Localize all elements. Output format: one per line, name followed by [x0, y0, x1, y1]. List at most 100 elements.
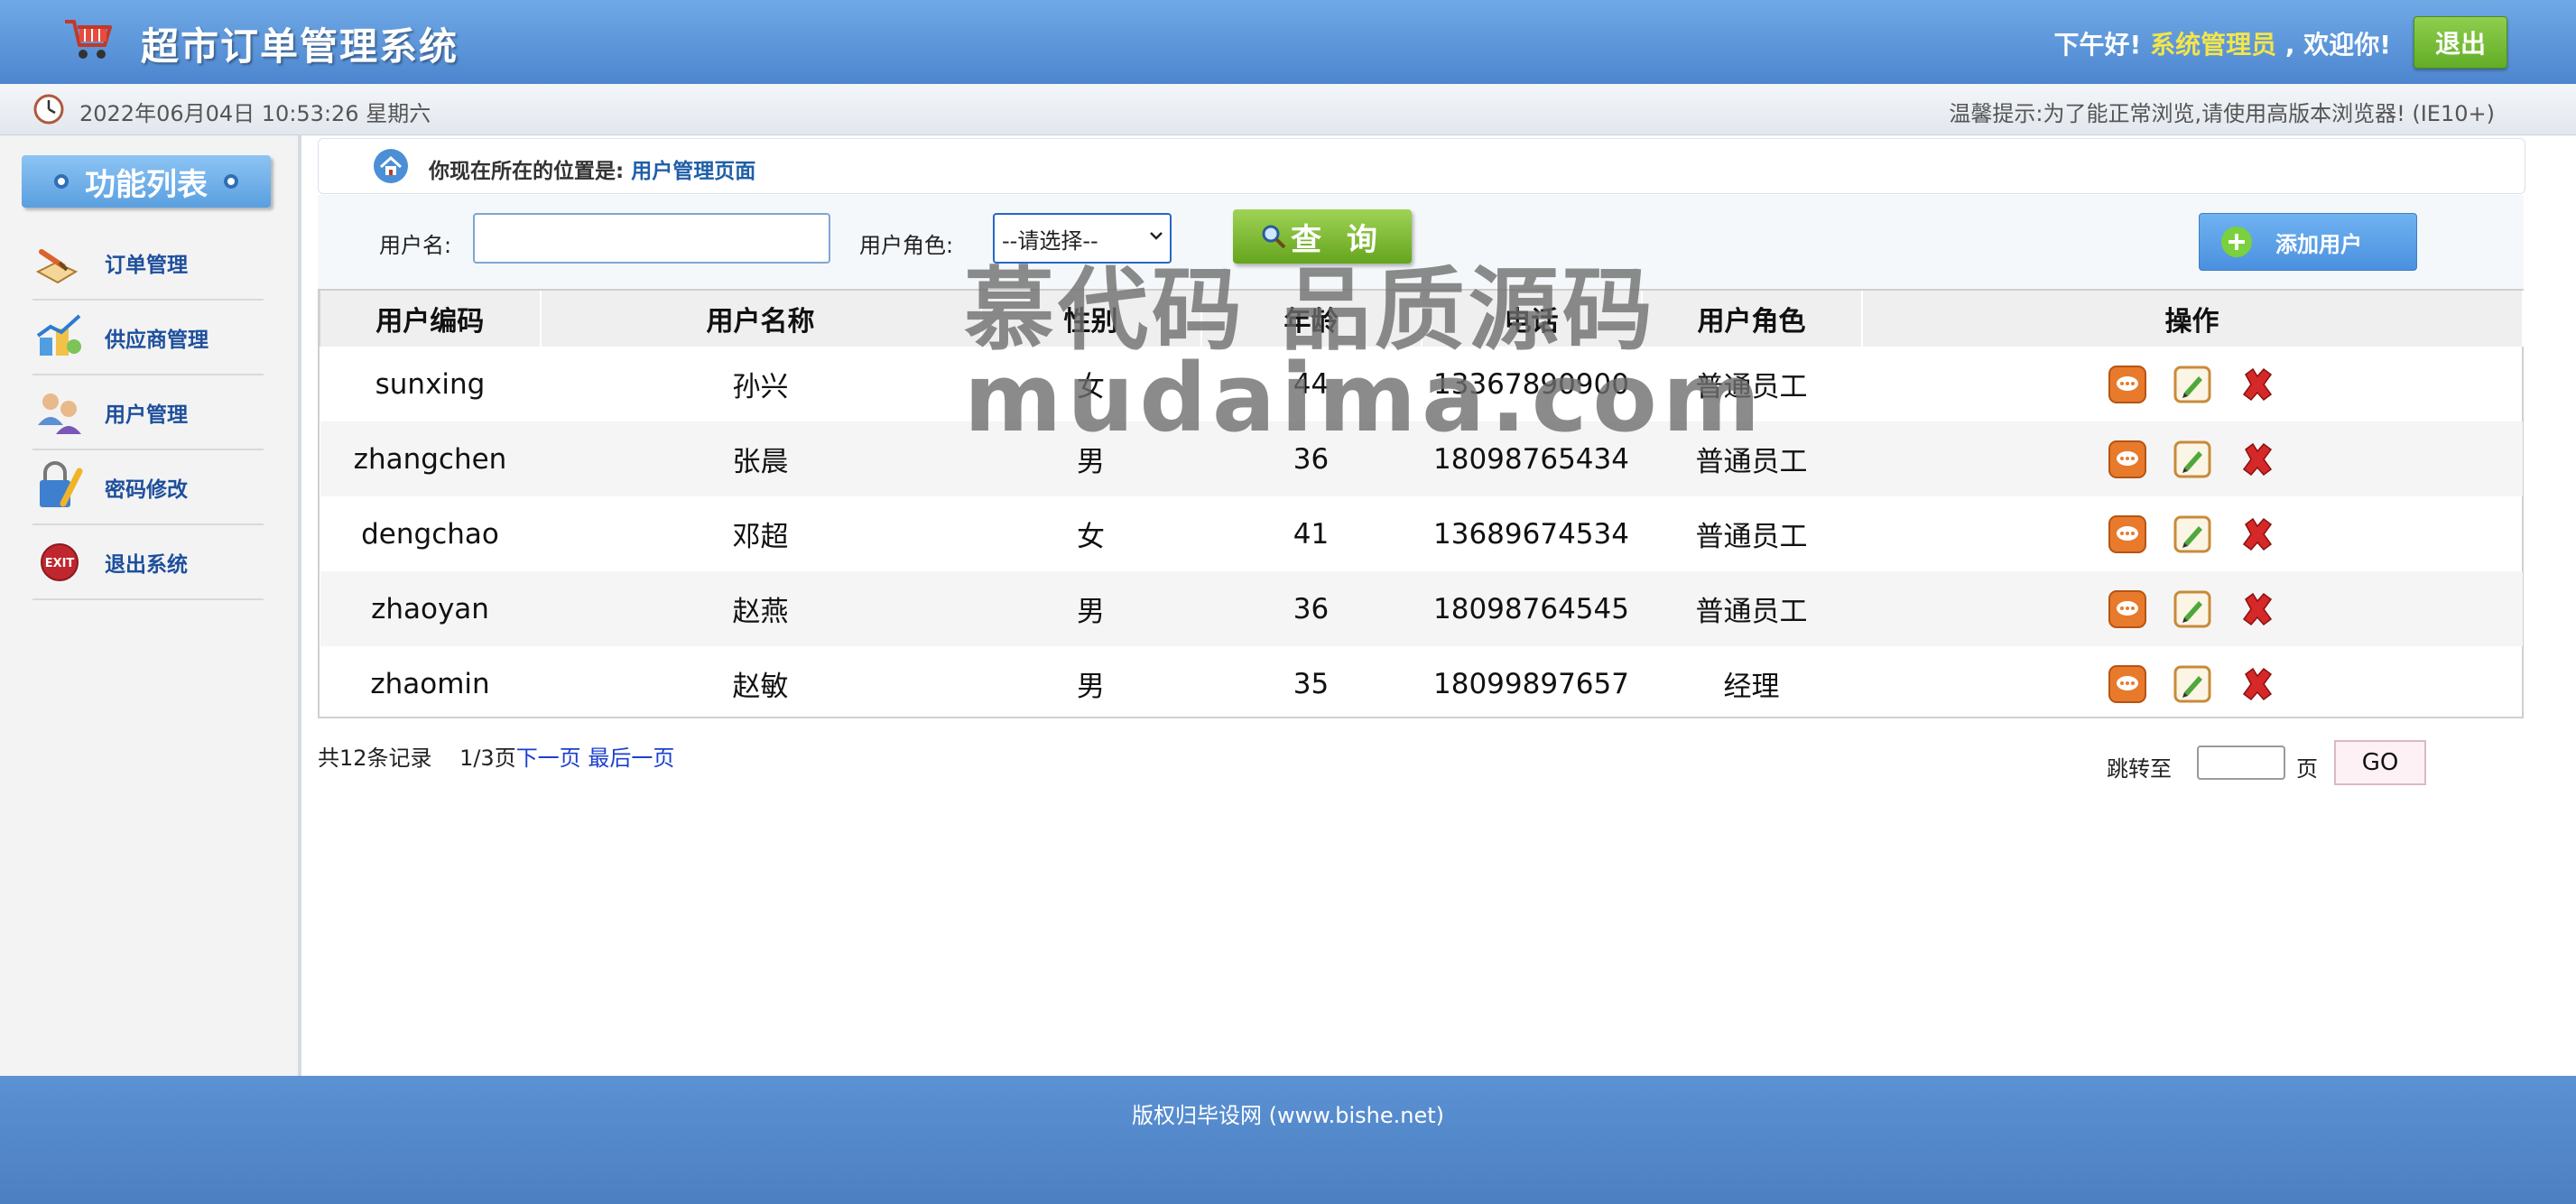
query-button[interactable]: 查 询 — [1233, 209, 1412, 264]
pagination: 共12条记录 1/3页下一页 最后一页 — [318, 740, 674, 772]
sidebar-item-orders[interactable]: 订单管理 — [32, 226, 264, 301]
app-title: 超市订单管理系统 — [141, 24, 459, 69]
cell-age: 36 — [1293, 592, 1330, 625]
sidebar-item-password[interactable]: 密码修改 — [32, 450, 264, 525]
cell-age: 36 — [1293, 442, 1330, 476]
delete-icon[interactable] — [2238, 590, 2276, 628]
cell-code: zhaoyan — [371, 592, 489, 625]
cell-code: zhangchen — [353, 442, 507, 476]
total-records: 共12条记录 — [318, 746, 432, 771]
column-header: 电话 — [1421, 291, 1643, 347]
sidebar-menu: 订单管理 供应商管理 用户管理 密码修改 EXIT 退出系统 — [32, 226, 264, 600]
table-row: dengchao 邓超 女 41 13689674534 普通员工 — [320, 496, 2523, 571]
column-header: 操作 — [1861, 291, 2524, 347]
delete-icon[interactable] — [2238, 665, 2276, 703]
user-table: 用户编码 用户名称 性别 年龄 电话 用户角色 操作 sunxing 孙兴 女 44 1… — [318, 289, 2524, 718]
row-actions — [1863, 589, 2522, 628]
bullet-icon — [224, 174, 238, 189]
table-row: zhaomin 赵敏 男 35 18099897657 经理 — [320, 646, 2523, 721]
view-icon[interactable] — [2108, 365, 2146, 403]
table-row: zhaoyan 赵燕 男 36 18098764545 普通员工 — [320, 571, 2523, 646]
column-header: 用户角色 — [1641, 291, 1863, 347]
page-indicator: 1/3页 — [459, 746, 516, 771]
last-page-link[interactable]: 最后一页 — [588, 746, 674, 771]
table-row: sunxing 孙兴 女 44 13367890900 普通员工 — [320, 347, 2523, 421]
users-icon — [38, 393, 81, 434]
cell-actions — [1862, 646, 2523, 721]
breadcrumb-text: 你现在所在的位置是: 用户管理页面 — [429, 153, 755, 184]
go-button[interactable]: GO — [2334, 740, 2426, 785]
supplier-icon — [36, 314, 81, 356]
column-header: 性别 — [980, 291, 1202, 347]
copyright-text: 版权归毕设网 (www.bishe.net) — [1131, 1103, 1445, 1128]
cell-name: 邓超 — [732, 521, 789, 553]
edit-icon[interactable] — [2173, 515, 2211, 553]
sidebar-item-label: 密码修改 — [105, 477, 188, 502]
add-user-button[interactable]: 添加用户 — [2199, 213, 2417, 271]
view-icon[interactable] — [2108, 664, 2146, 703]
edit-icon[interactable] — [2173, 440, 2211, 478]
next-page-link[interactable]: 下一页 — [516, 746, 581, 771]
cell-gender: 女 — [1077, 371, 1105, 403]
browser-tip: 温馨提示:为了能正常浏览,请使用高版本浏览器! (IE10+) — [1949, 101, 2495, 126]
cell-name: 孙兴 — [732, 371, 789, 403]
cell-gender: 男 — [1077, 671, 1105, 703]
sidebar-item-exit[interactable]: EXIT 退出系统 — [32, 525, 264, 600]
chevron-down-icon — [1150, 232, 1163, 240]
cell-actions — [1862, 421, 2523, 496]
clock-icon — [33, 94, 64, 125]
search-icon — [1262, 225, 1286, 249]
column-header: 用户名称 — [540, 291, 982, 347]
cell-code: zhaomin — [370, 667, 490, 700]
sidebar-item-label: 用户管理 — [105, 403, 188, 427]
sidebar-item-label: 供应商管理 — [105, 328, 208, 352]
page: 超市订单管理系统 下午好! 系统管理员 , 欢迎你! 退出 2022年06月04… — [0, 0, 2576, 1204]
edit-icon[interactable] — [2173, 590, 2211, 628]
view-icon[interactable] — [2108, 440, 2146, 478]
cell-phone: 13689674534 — [1433, 517, 1629, 551]
sidebar: 功能列表 订单管理 供应商管理 用户管理 密码修改 EXIT 退出系统 — [0, 135, 301, 1076]
cell-phone: 18099897657 — [1433, 667, 1629, 700]
function-list-title: 功能列表 — [22, 155, 271, 208]
role-select-value: --请选择-- — [1002, 227, 1098, 254]
sidebar-item-suppliers[interactable]: 供应商管理 — [32, 301, 264, 375]
cell-actions — [1862, 347, 2523, 421]
delete-icon[interactable] — [2238, 515, 2276, 553]
edit-icon[interactable] — [2173, 366, 2211, 403]
cell-role: 普通员工 — [1695, 446, 1808, 478]
view-icon[interactable] — [2108, 514, 2146, 553]
table-header-row: 用户编码 用户名称 性别 年龄 电话 用户角色 操作 — [320, 291, 2524, 347]
cell-role: 普通员工 — [1695, 521, 1808, 553]
jump-page-input[interactable] — [2197, 746, 2285, 780]
cell-role: 普通员工 — [1695, 371, 1808, 403]
footer: 版权归毕设网 (www.bishe.net) — [0, 1076, 2576, 1204]
info-bar: 2022年06月04日 10:53:26 星期六 温馨提示:为了能正常浏览,请使… — [0, 84, 2576, 135]
cell-age: 44 — [1293, 367, 1330, 401]
breadcrumb-current[interactable]: 用户管理页面 — [631, 160, 755, 183]
cell-code: sunxing — [375, 367, 486, 401]
query-button-label: 查 询 — [1291, 221, 1385, 258]
row-actions — [1863, 514, 2522, 553]
search-bar: 用户名: 用户角色: --请选择-- 查 询 添加用户 — [318, 195, 2524, 289]
top-header: 超市订单管理系统 下午好! 系统管理员 , 欢迎你! 退出 — [0, 0, 2576, 84]
function-list-label: 功能列表 — [85, 166, 208, 203]
breadcrumb: 你现在所在的位置是: 用户管理页面 — [318, 138, 2525, 194]
username-label: 用户名: — [379, 233, 452, 258]
role-select[interactable]: --请选择-- — [993, 213, 1172, 264]
cell-gender: 男 — [1077, 446, 1105, 478]
cell-phone: 18098764545 — [1433, 592, 1629, 625]
delete-icon[interactable] — [2238, 440, 2276, 478]
view-icon[interactable] — [2108, 589, 2146, 628]
username-search-input[interactable] — [473, 213, 830, 264]
sidebar-item-users[interactable]: 用户管理 — [32, 375, 264, 450]
add-user-label: 添加用户 — [2275, 231, 2362, 257]
delete-icon[interactable] — [2238, 366, 2276, 403]
current-datetime: 2022年06月04日 10:53:26 星期六 — [79, 101, 431, 126]
cell-role: 普通员工 — [1695, 596, 1808, 628]
cell-age: 41 — [1293, 517, 1330, 551]
user-table-grid: 用户编码 用户名称 性别 年龄 电话 用户角色 操作 sunxing 孙兴 女 44 1… — [320, 291, 2524, 721]
logout-button[interactable]: 退出 — [2414, 16, 2507, 69]
edit-icon[interactable] — [2173, 665, 2211, 703]
cell-phone: 13367890900 — [1433, 367, 1629, 401]
home-icon — [374, 149, 408, 183]
